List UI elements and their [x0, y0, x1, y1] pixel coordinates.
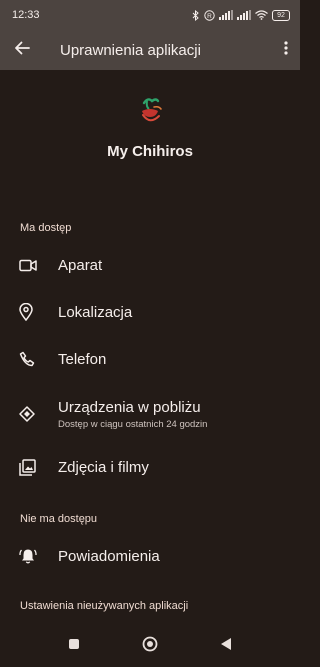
status-icons: R 92: [192, 9, 290, 21]
back-button[interactable]: [0, 30, 44, 70]
status-bar: 12:33 R 92: [0, 0, 300, 30]
permission-label: Telefon: [58, 350, 107, 368]
navigation-bar: [0, 625, 300, 667]
signal-icon: [237, 10, 251, 20]
photos-icon: [0, 458, 58, 476]
section-header-allowed: Ma dostęp: [20, 222, 72, 234]
recents-square-icon: [68, 637, 80, 655]
home-button[interactable]: [138, 634, 162, 658]
permission-item-nearby-devices[interactable]: Urządzenia w pobliżu Dostęp w ciągu osta…: [0, 395, 300, 433]
permission-label: Zdjęcia i filmy: [58, 458, 149, 476]
battery-icon: 92: [272, 9, 290, 21]
recents-button[interactable]: [62, 634, 86, 658]
app-bar: Uprawnienia aplikacji: [0, 30, 300, 70]
section-header-not-allowed: Nie ma dostępu: [20, 513, 98, 525]
permission-item-notifications[interactable]: Powiadomienia: [0, 541, 300, 571]
nav-back-button[interactable]: [214, 634, 238, 658]
app-name: My Chihiros: [107, 143, 193, 160]
phone-icon: [0, 351, 58, 367]
permission-sublabel: Dostęp w ciągu ostatnich 24 godzin: [58, 418, 208, 430]
page-title: Uprawnienia aplikacji: [60, 41, 201, 59]
bluetooth-icon: [192, 9, 200, 21]
back-triangle-icon: [220, 637, 232, 656]
arrow-back-icon: [14, 41, 30, 60]
more-options-button[interactable]: [272, 30, 300, 70]
nearby-devices-icon: [0, 406, 58, 422]
camera-icon: [0, 259, 58, 272]
status-time: 12:33: [12, 9, 40, 21]
wifi-icon: [255, 10, 268, 20]
location-pin-icon: [0, 303, 58, 321]
more-vert-icon: [284, 40, 288, 60]
app-header: My Chihiros: [0, 95, 300, 160]
notification-bell-icon: [0, 548, 58, 564]
permission-item-phone[interactable]: Telefon: [0, 344, 300, 374]
home-circle-icon: [142, 636, 158, 657]
permission-item-location[interactable]: Lokalizacja: [0, 297, 300, 327]
permission-item-photos[interactable]: Zdjęcia i filmy: [0, 452, 300, 482]
permission-label: Lokalizacja: [58, 303, 133, 321]
permission-label: Urządzenia w pobliżu: [58, 398, 201, 416]
r-badge-icon: R: [204, 9, 215, 21]
svg-text:R: R: [207, 13, 212, 20]
signal-icon: [219, 10, 233, 20]
permission-label: Aparat: [58, 256, 103, 274]
section-header-unused-apps: Ustawienia nieużywanych aplikacji: [20, 600, 189, 612]
permission-label: Powiadomienia: [58, 547, 160, 565]
app-logo-icon: [0, 95, 300, 127]
permission-item-camera[interactable]: Aparat: [0, 250, 300, 280]
